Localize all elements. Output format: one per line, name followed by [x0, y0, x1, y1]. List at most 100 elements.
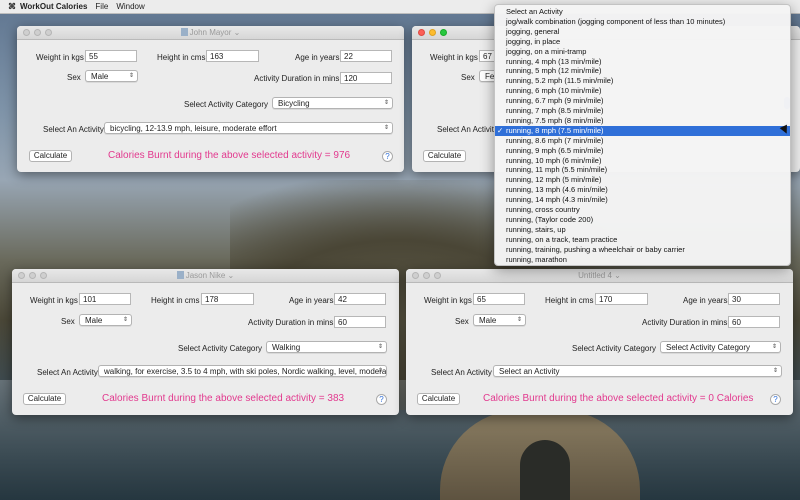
result-text: Calories Burnt during the above selected… — [108, 150, 351, 161]
dropdown-item[interactable]: running, 7.5 mph (8 min/mile) — [495, 116, 790, 126]
help-icon[interactable]: ? — [770, 394, 781, 405]
age-input[interactable]: 30 — [728, 293, 780, 305]
window-title: John Mayor — [189, 28, 232, 37]
dropdown-item[interactable]: running, 10 mph (6 min/mile) — [495, 156, 790, 166]
dropdown-item-label: Select an Activity — [506, 7, 563, 16]
apple-menu[interactable]: ⌘ — [8, 2, 16, 11]
chevron-updown-icon: ⇕ — [771, 344, 777, 350]
category-select[interactable]: Bicycling ⇕ — [272, 97, 393, 109]
dropdown-item[interactable]: jog/walk combination (jogging component … — [495, 17, 790, 27]
duration-input[interactable]: 120 — [340, 72, 392, 84]
dropdown-item-label: jogging, on a mini-tramp — [506, 46, 587, 56]
duration-input[interactable]: 60 — [728, 316, 780, 328]
menu-window[interactable]: Window — [116, 2, 144, 11]
help-icon[interactable]: ? — [376, 394, 387, 405]
menu-file[interactable]: File — [95, 2, 108, 11]
category-label: Select Activity Category — [178, 344, 263, 353]
dropdown-item[interactable]: running, 5.2 mph (11.5 min/mile) — [495, 76, 790, 86]
dropdown-item[interactable]: jogging, on a mini-tramp — [495, 47, 790, 57]
chevron-updown-icon: ⇕ — [122, 317, 128, 323]
dropdown-item[interactable]: running, 5 mph (12 min/mile) — [495, 66, 790, 76]
dropdown-item-label: running, on a track, team practice — [506, 234, 618, 244]
dropdown-item[interactable]: running, 11 mph (5.5 min/mile) — [495, 165, 790, 175]
activity-label: Select An Activity — [437, 125, 498, 134]
weight-input[interactable]: 101 — [79, 293, 131, 305]
dropdown-item[interactable]: running, on a track, team practice — [495, 235, 790, 245]
category-value: Bicycling — [278, 99, 310, 108]
activity-select[interactable]: walking, for exercise, 3.5 to 4 mph, wit… — [98, 365, 387, 377]
menu-app[interactable]: WorkOut Calories — [20, 2, 87, 11]
sex-select[interactable]: Male ⇕ — [85, 70, 138, 82]
window-jason-nike: Jason Nike ⌄ Weight in kgs 101 Height in… — [12, 269, 399, 415]
dropdown-item[interactable]: Select an Activity — [495, 7, 790, 17]
dropdown-item[interactable]: running, 6.7 mph (9 min/mile) — [495, 96, 790, 106]
dropdown-item[interactable]: running, 6 mph (10 min/mile) — [495, 86, 790, 96]
activity-dropdown-menu: Select an Activity jog/walk combination (… — [494, 4, 791, 266]
dropdown-item-label: running, marathon — [506, 254, 567, 264]
activity-label: Select An Activity — [431, 368, 492, 377]
activity-select[interactable]: Select an Activity ⇕ — [493, 365, 782, 377]
age-input[interactable]: 42 — [334, 293, 386, 305]
dropdown-item-label: running, 8 mph (7.5 min/mile) — [506, 125, 604, 135]
duration-label: Activity Duration in mins — [248, 318, 334, 327]
calculate-button[interactable]: Calculate — [29, 150, 72, 162]
dropdown-item-label: running, 7.5 mph (8 min/mile) — [506, 115, 604, 125]
dropdown-item[interactable]: running, 14 mph (4.3 min/mile) — [495, 195, 790, 205]
dropdown-item[interactable]: jogging, general — [495, 27, 790, 37]
dropdown-item[interactable]: running, 13 mph (4.6 min/mile) — [495, 185, 790, 195]
category-label: Select Activity Category — [184, 100, 269, 109]
dropdown-item[interactable]: running, training, pushing a wheelchair … — [495, 245, 790, 255]
sex-value: Fe — [485, 72, 495, 81]
category-select[interactable]: Walking ⇕ — [266, 341, 387, 353]
window-title: Jason Nike — [185, 271, 226, 280]
minimize-icon[interactable] — [429, 29, 436, 36]
sex-label: Sex — [455, 317, 469, 326]
sex-select[interactable]: Male ⇕ — [79, 314, 132, 326]
titlebar[interactable]: Untitled 4 ⌄ — [406, 269, 793, 283]
calculate-button[interactable]: Calculate — [23, 393, 66, 405]
calculate-button[interactable]: Calculate — [423, 150, 466, 162]
age-label: Age in years — [295, 53, 340, 62]
weight-label: Weight in kgs — [430, 53, 478, 62]
dropdown-item[interactable]: running, 4 mph (13 min/mile) — [495, 57, 790, 67]
activity-select[interactable]: bicycling, 12-13.9 mph, leisure, moderat… — [104, 122, 393, 134]
document-icon — [176, 271, 184, 279]
height-input[interactable]: 170 — [595, 293, 648, 305]
dropdown-item[interactable]: running, marathon — [495, 255, 790, 265]
weight-input[interactable]: 55 — [85, 50, 137, 62]
dropdown-item[interactable]: running, 7 mph (8.5 min/mile) — [495, 106, 790, 116]
dropdown-item[interactable]: running, 12 mph (5 min/mile) — [495, 175, 790, 185]
dropdown-item-label: running, 12 mph (5 min/mile) — [506, 175, 602, 185]
dropdown-item[interactable]: running, stairs, up — [495, 225, 790, 235]
calculate-button[interactable]: Calculate — [417, 393, 460, 405]
dropdown-item-label: running, 6 mph (10 min/mile) — [506, 86, 602, 96]
category-label: Select Activity Category — [572, 344, 657, 353]
sex-label: Sex — [461, 73, 475, 82]
dropdown-item[interactable]: running, 8.6 mph (7 min/mile) — [495, 136, 790, 146]
close-icon[interactable] — [418, 29, 425, 36]
duration-label: Activity Duration in mins — [254, 74, 340, 83]
sex-select[interactable]: Male ⇕ — [473, 314, 526, 326]
duration-input[interactable]: 60 — [334, 316, 386, 328]
dropdown-item-label: running, 5.2 mph (11.5 min/mile) — [506, 76, 614, 86]
height-input[interactable]: 163 — [206, 50, 259, 62]
weight-input[interactable]: 65 — [473, 293, 525, 305]
titlebar[interactable]: John Mayor ⌄ — [17, 26, 404, 40]
dropdown-item[interactable]: running, 9 mph (6.5 min/mile) — [495, 146, 790, 156]
dropdown-item-label: running, 9 mph (6.5 min/mile) — [506, 145, 604, 155]
result-text: Calories Burnt during the above selected… — [483, 393, 754, 404]
dropdown-item[interactable]: jogging, in place — [495, 37, 790, 47]
zoom-icon[interactable] — [440, 29, 447, 36]
height-input[interactable]: 178 — [201, 293, 254, 305]
age-input[interactable]: 22 — [340, 50, 392, 62]
category-select[interactable]: Select Activity Category ⇕ — [660, 341, 781, 353]
titlebar[interactable]: Jason Nike ⌄ — [12, 269, 399, 283]
help-icon[interactable]: ? — [382, 151, 393, 162]
dropdown-item[interactable]: running, cross country — [495, 205, 790, 215]
dropdown-item[interactable]: ✓ running, 8 mph (7.5 min/mile) — [495, 125, 790, 136]
chevron-updown-icon: ⇕ — [377, 344, 383, 350]
age-label: Age in years — [289, 296, 334, 305]
chevron-updown-icon: ⇕ — [772, 368, 778, 374]
category-value: Select Activity Category — [666, 343, 751, 352]
dropdown-item[interactable]: running, (Taylor code 200) — [495, 215, 790, 225]
